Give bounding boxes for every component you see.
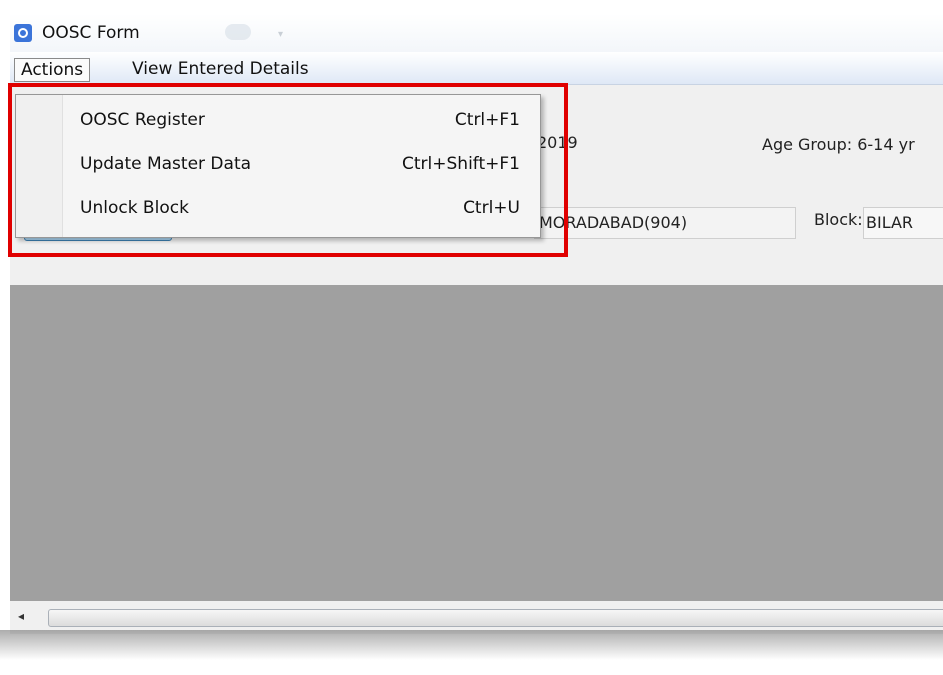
block-label: Block: [814, 210, 863, 229]
title-bar: OOSC Form ▾ [10, 14, 943, 52]
district-field: MORADABAD(904) [534, 207, 796, 239]
menu-view-entered-details[interactable]: View Entered Details [126, 58, 315, 80]
data-grid-area [10, 285, 943, 601]
window-shadow [0, 630, 943, 660]
block-field: BILAR [863, 207, 943, 239]
window-title: OOSC Form [42, 23, 140, 43]
dropdown-arrow-icon: ▾ [278, 29, 284, 40]
age-group-label: Age Group: 6-14 yr [762, 135, 915, 154]
app-icon [14, 24, 32, 42]
menu-bar: Actions View Entered Details [10, 52, 943, 85]
menu-actions[interactable]: Actions [14, 58, 91, 82]
red-highlight-annotation [8, 83, 568, 257]
scroll-left-arrow-icon[interactable]: ◂ [18, 609, 24, 623]
quick-access-icon [225, 24, 251, 40]
scroll-thumb[interactable] [48, 609, 943, 627]
